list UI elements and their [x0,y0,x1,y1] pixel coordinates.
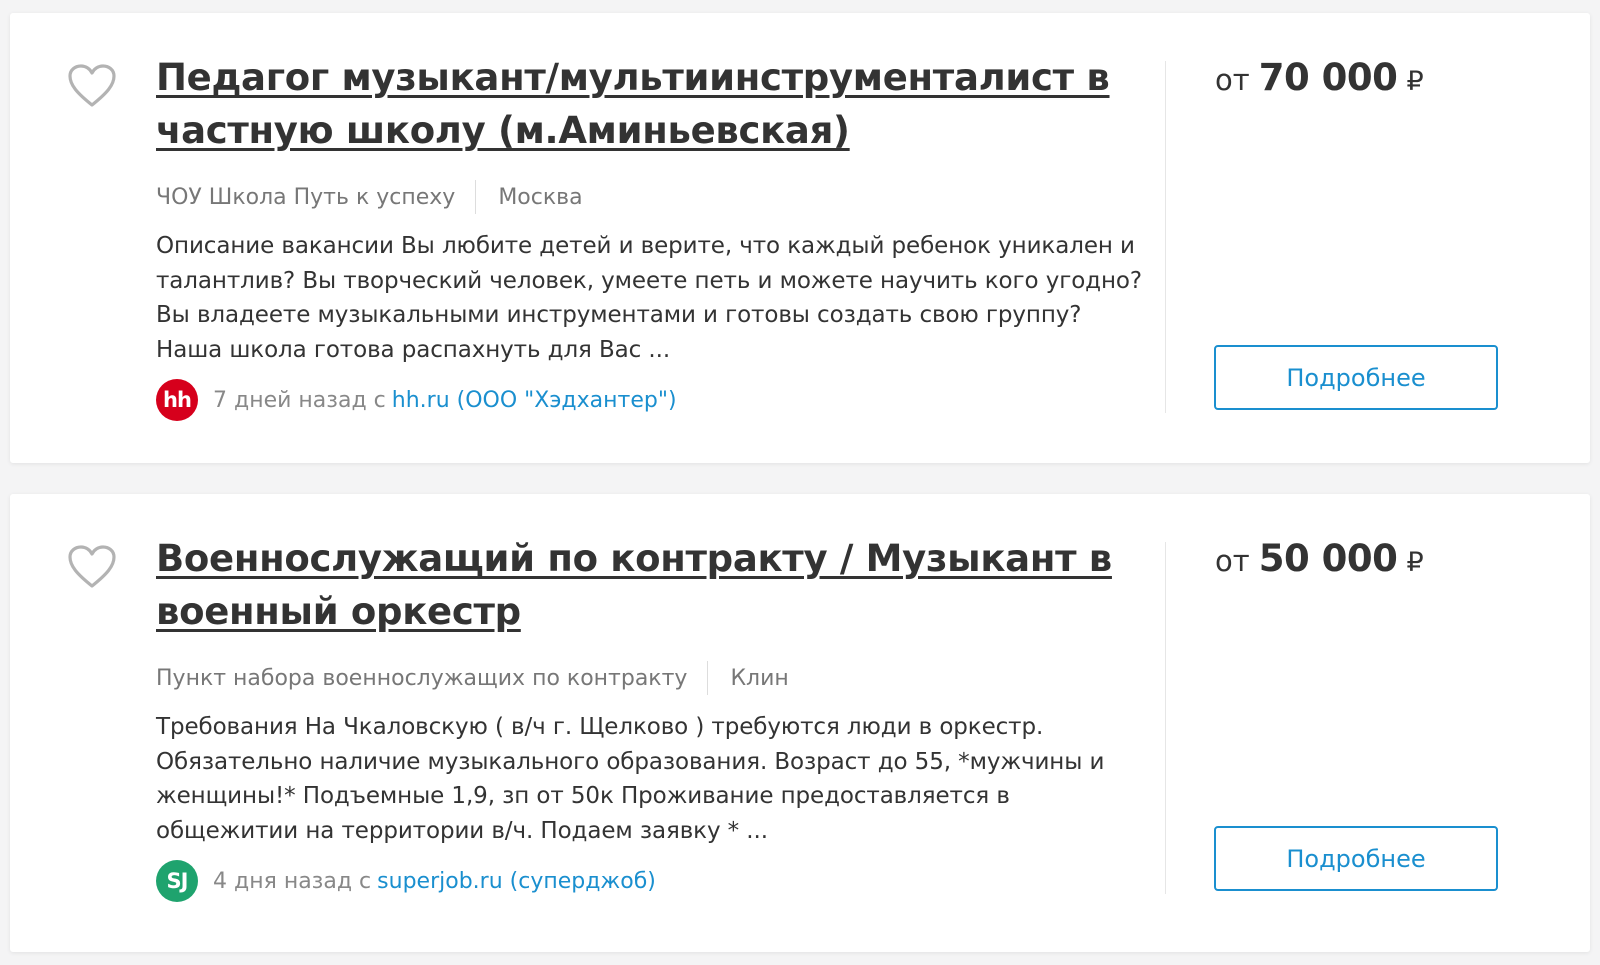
salary: от 50 000 ₽ [1215,537,1424,580]
ruble-icon: ₽ [1406,547,1424,578]
vacancy-source: hh 7 дней назад с hh.ru (ООО "Хэдхантер"… [156,379,1146,421]
vacancy-main: Педагог музыкант/мультиинструменталист в… [156,51,1146,421]
column-divider [1165,542,1166,894]
posted-time: 7 дней назад с [213,387,386,413]
vacancy-meta: Пункт набора военнослужащих по контракту… [156,660,1146,696]
source-link[interactable]: superjob.ru (суперджоб) [377,869,656,894]
city-name: Москва [498,184,583,210]
company-name: ЧОУ Школа Путь к успеху [156,184,456,210]
vacancy-description: Требования На Чкаловскую ( в/ч г. Щелков… [156,714,1105,844]
vacancy-description: Описание вакансии Вы любите детей и вери… [156,233,1142,363]
column-divider [1165,61,1166,413]
salary-amount: 70 000 [1258,56,1398,99]
company-name: Пункт набора военнослужащих по контракту [156,665,688,691]
salary-from-label: от [1215,63,1250,97]
vacancy-card: Педагог музыкант/мультиинструменталист в… [10,13,1590,463]
ruble-icon: ₽ [1406,66,1424,97]
vacancy-title-link[interactable]: Военнослужащий по контракту / Музыкант в… [156,532,1146,638]
vacancy-main: Военнослужащий по контракту / Музыкант в… [156,532,1146,902]
vacancy-source: SJ 4 дня назад с superjob.ru (суперджоб) [156,860,1146,902]
vacancy-meta: ЧОУ Школа Путь к успеху Москва [156,179,1146,215]
details-button[interactable]: Подробнее [1214,345,1498,410]
posted-time: 4 дня назад с [213,868,372,894]
salary-from-label: от [1215,544,1250,578]
vacancy-card: Военнослужащий по контракту / Музыкант в… [10,494,1590,952]
favorite-heart-icon[interactable] [67,544,117,590]
city-name: Клин [730,665,789,691]
vacancy-title-link[interactable]: Педагог музыкант/мультиинструменталист в… [156,51,1146,157]
favorite-heart-icon[interactable] [67,63,117,109]
source-link[interactable]: hh.ru (ООО "Хэдхантер") [392,388,677,413]
details-button[interactable]: Подробнее [1214,826,1498,891]
superjob-logo-icon: SJ [156,860,198,902]
salary-amount: 50 000 [1258,537,1398,580]
salary: от 70 000 ₽ [1215,56,1424,99]
hh-logo-icon: hh [156,379,198,421]
